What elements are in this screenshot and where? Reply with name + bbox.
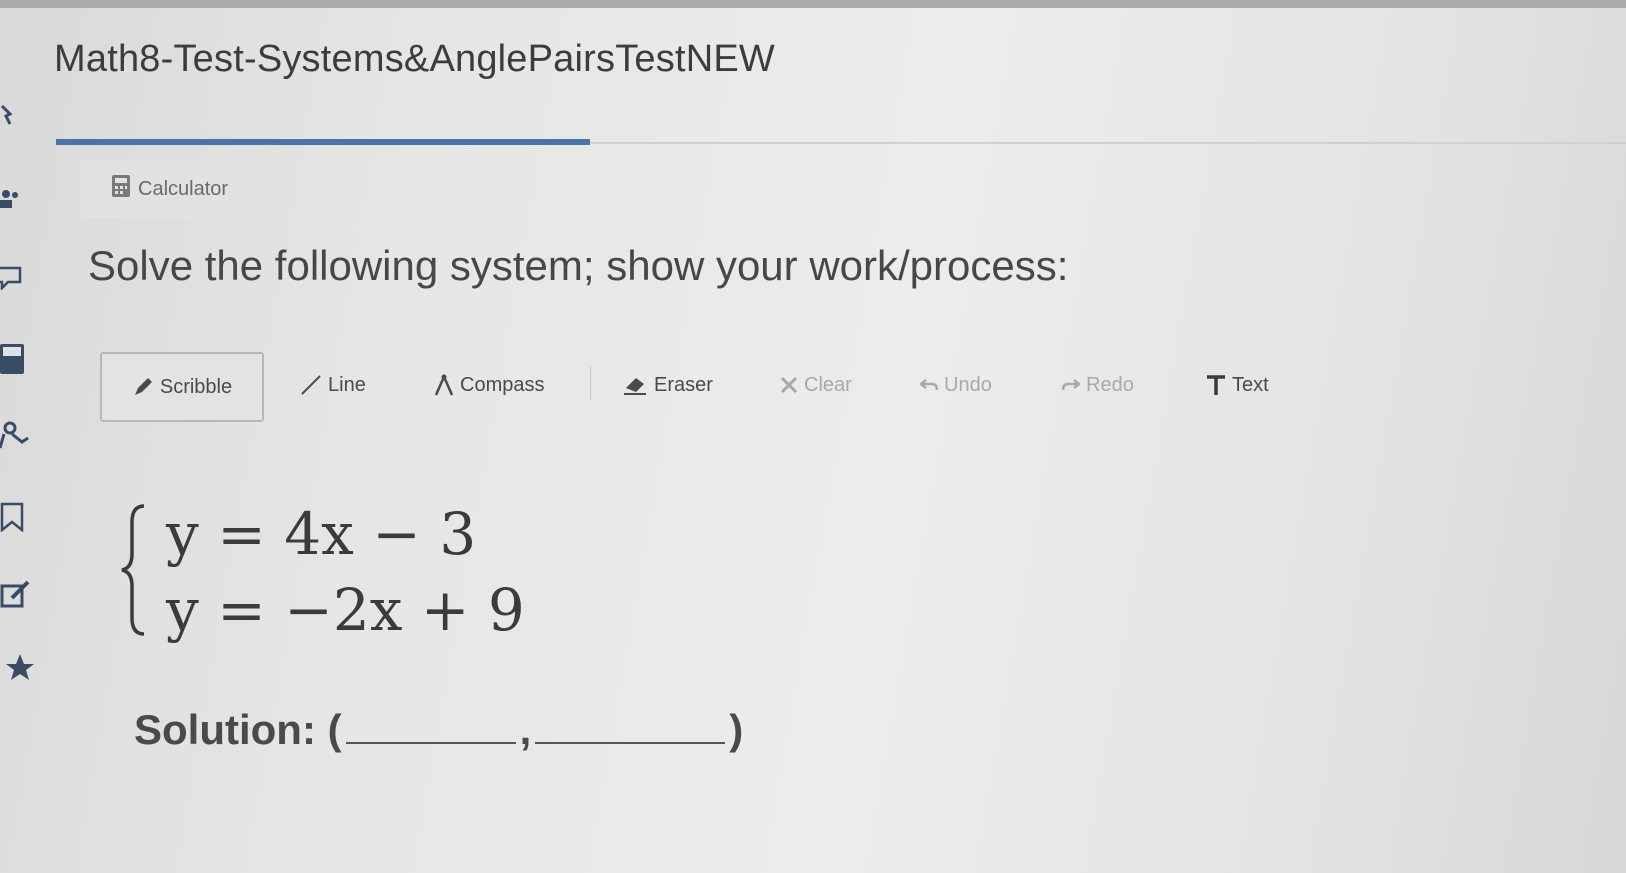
bookmark-icon[interactable] [0, 502, 34, 536]
solution-label: Solution: ( [134, 706, 342, 753]
solution-y-blank[interactable] [535, 700, 726, 744]
redo-icon [1062, 378, 1080, 392]
tool-label: Clear [804, 373, 852, 396]
tool-label: Eraser [654, 373, 713, 396]
hand-icon[interactable] [0, 102, 34, 136]
line-icon [300, 374, 322, 396]
toolbar-divider [590, 366, 591, 400]
users-icon[interactable] [0, 186, 34, 220]
tool-label: Redo [1086, 373, 1134, 396]
tool-redo[interactable]: Redo [1062, 352, 1134, 418]
tool-compass[interactable]: Compass [434, 352, 544, 418]
equation-2: y = −2x + 9 [166, 576, 525, 644]
page-title: Math8-Test-Systems&AnglePairsTestNEW [54, 38, 775, 80]
tool-undo[interactable]: Undo [920, 352, 992, 418]
reference-icon[interactable] [0, 420, 34, 454]
comment-icon[interactable] [0, 264, 34, 298]
tool-text[interactable]: Text [1206, 352, 1269, 418]
question-prompt: Solve the following system; show your wo… [88, 242, 1069, 289]
undo-icon [920, 378, 938, 392]
pencil-icon [132, 376, 154, 398]
edit-icon[interactable] [0, 580, 34, 614]
progress-fill [56, 139, 590, 145]
tool-eraser[interactable]: Eraser [624, 352, 713, 418]
compass-icon [434, 373, 454, 397]
tool-label: Text [1232, 373, 1269, 396]
star-icon[interactable] [0, 650, 34, 684]
calculator-icon [112, 175, 130, 203]
progress-bar [56, 139, 1626, 145]
solution-separator: , [519, 706, 532, 753]
equation-1: y = 4x − 3 [166, 500, 477, 568]
tool-label: Compass [460, 373, 545, 396]
tool-label: Undo [944, 373, 992, 396]
top-bar [0, 0, 1626, 8]
tool-label: Line [328, 373, 366, 396]
tool-label: Scribble [159, 375, 233, 398]
solution-x-blank[interactable] [345, 700, 516, 744]
x-icon [780, 376, 798, 394]
text-icon [1206, 374, 1226, 396]
calculator-label: Calculator [138, 177, 229, 200]
left-brace [121, 504, 145, 636]
drawing-toolbar: Scribble Line Compass Eraser Clear Undo [100, 352, 1350, 422]
solution-row: Solution: ( , ) [134, 700, 743, 754]
solution-close: ) [729, 706, 744, 753]
tool-scribble[interactable]: Scribble [100, 352, 264, 422]
tool-line[interactable]: Line [300, 352, 366, 418]
calculator-button[interactable]: Calculator [80, 160, 278, 218]
tool-clear[interactable]: Clear [780, 352, 852, 418]
sidebar [0, 90, 48, 810]
eraser-icon [624, 374, 648, 396]
calculator-side-icon[interactable] [0, 344, 34, 378]
